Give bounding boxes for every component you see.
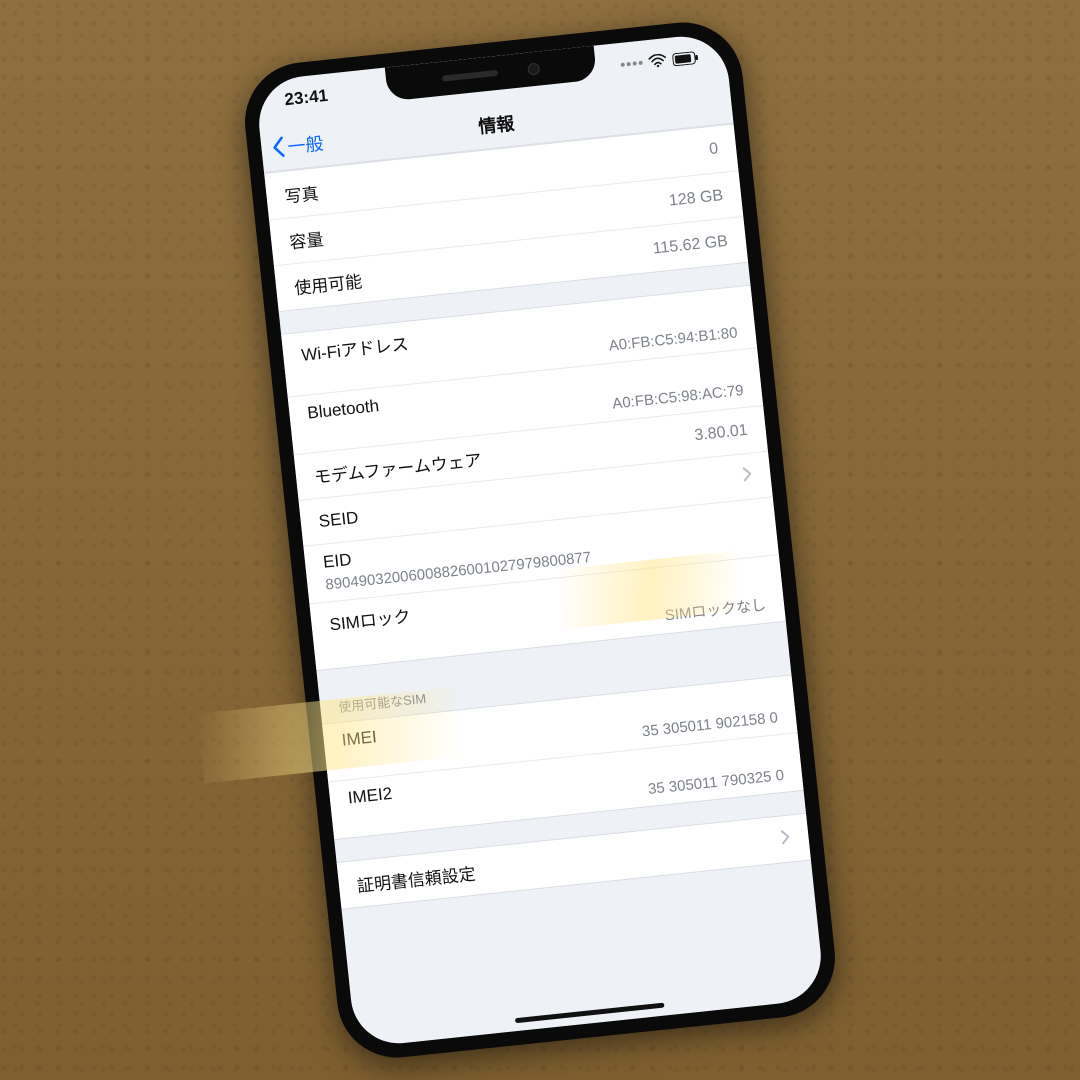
chevron-right-icon (780, 828, 792, 850)
status-right (620, 50, 699, 72)
label-seid: SEID (318, 507, 360, 531)
label-cert: 証明書信頼設定 (356, 859, 477, 896)
battery-icon (672, 50, 699, 66)
cellular-dots-icon (621, 61, 643, 67)
back-label: 一般 (286, 129, 325, 159)
content[interactable]: 写真 0 容量 128 GB 使用可能 115.62 GB Wi-Fiアドレス … (264, 123, 825, 1048)
wifi-icon (648, 53, 667, 69)
status-time: 23:41 (284, 86, 329, 110)
phone-frame: 23:41 一般 情報 写真 0 (239, 17, 841, 1064)
earpiece (442, 70, 498, 82)
value-capacity: 128 GB (668, 187, 724, 211)
chevron-right-icon (741, 465, 753, 487)
page-title: 情報 (477, 109, 516, 139)
value-available: 115.62 GB (652, 232, 729, 258)
label-capacity: 容量 (288, 225, 324, 253)
value-modem: 3.80.01 (694, 421, 749, 444)
screen: 23:41 一般 情報 写真 0 (254, 32, 825, 1048)
value-photos: 0 (708, 140, 719, 159)
label-photos: 写真 (283, 179, 319, 207)
back-button[interactable]: 一般 (269, 119, 326, 171)
front-camera (527, 62, 540, 75)
label-modem: モデムファームウェア (313, 446, 483, 488)
group-network: Wi-Fiアドレス A0:FB:C5:94:B1:80 Bluetooth A0… (281, 285, 786, 671)
chevron-left-icon (270, 135, 286, 158)
label-available: 使用可能 (293, 267, 363, 299)
